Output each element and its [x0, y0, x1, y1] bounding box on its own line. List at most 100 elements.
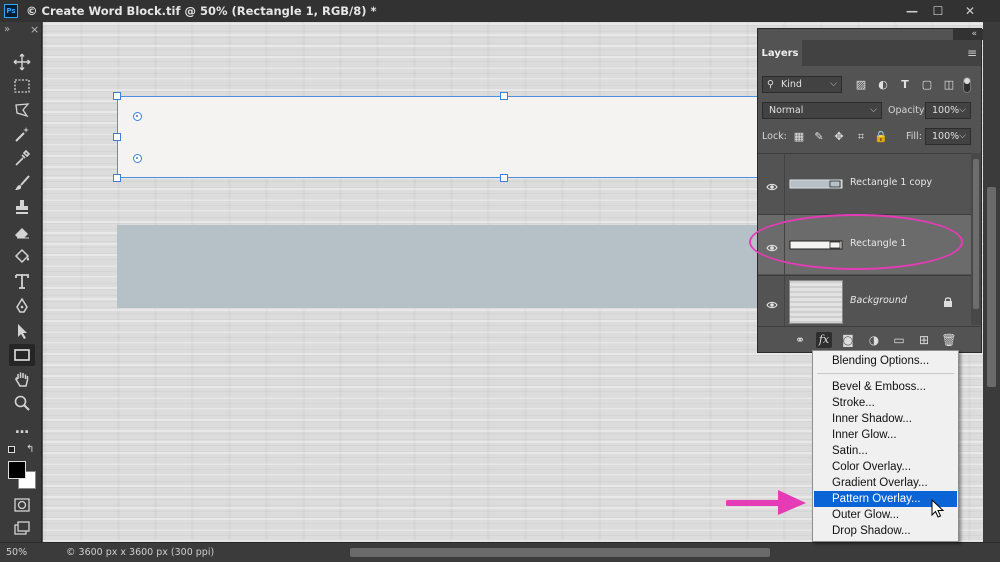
layer-row-background[interactable]: Background	[758, 275, 971, 327]
lock-artboard-icon[interactable]: ⌗	[854, 130, 868, 144]
foreground-color-swatch[interactable]	[8, 461, 26, 479]
visibility-eye-icon[interactable]	[766, 178, 778, 191]
transform-handle[interactable]	[113, 92, 121, 100]
fill-value: 100%	[932, 131, 960, 142]
filter-pixel-icon[interactable]: ▨	[854, 78, 868, 92]
menu-item-inner-glow[interactable]: Inner Glow...	[814, 427, 957, 443]
chevron-down-icon: ⌵	[870, 105, 877, 115]
magic-wand-tool[interactable]	[9, 123, 35, 145]
transform-handle[interactable]	[113, 133, 121, 141]
brush-tool[interactable]	[9, 172, 35, 194]
eyedropper-tool[interactable]	[9, 147, 35, 169]
highlight-ellipse-annotation	[749, 214, 963, 270]
hand-tool[interactable]	[9, 368, 35, 390]
scrollbar-thumb[interactable]	[987, 187, 996, 387]
paint-bucket-icon	[14, 248, 30, 264]
menu-item-inner-shadow[interactable]: Inner Shadow...	[814, 411, 957, 427]
layer-row-rectangle-1-copy[interactable]: Rectangle 1 copy	[758, 153, 971, 214]
rectangle-tool[interactable]	[9, 344, 35, 366]
menu-item-bevel-emboss[interactable]: Bevel & Emboss...	[814, 379, 957, 395]
menu-item-blending-options[interactable]: Blending Options...	[814, 353, 957, 369]
tab-layers[interactable]: Layers	[758, 40, 802, 66]
layer-name[interactable]: Rectangle 1 copy	[850, 177, 932, 188]
filter-adjustment-icon[interactable]: ◐	[876, 78, 890, 92]
new-layer-icon[interactable]: ⊞	[916, 332, 932, 348]
stamp-tool[interactable]	[9, 196, 35, 218]
title-bar: Ps © Create Word Block.tif @ 50% (Rectan…	[0, 0, 1000, 22]
eyedropper-icon	[15, 149, 31, 166]
path-selection-tool[interactable]	[9, 320, 35, 342]
scrollbar-thumb[interactable]	[973, 159, 979, 309]
type-tool[interactable]	[9, 270, 35, 292]
maximize-button[interactable]: ☐	[926, 2, 950, 20]
menu-item-color-overlay[interactable]: Color Overlay...	[814, 459, 957, 475]
menu-item-drop-shadow[interactable]: Drop Shadow...	[814, 523, 957, 539]
lock-image-brush-icon[interactable]: ✎	[812, 130, 826, 144]
filter-kind-dropdown[interactable]: ⚲ Kind ⌵	[762, 76, 842, 93]
marquee-tool[interactable]	[9, 75, 35, 97]
new-group-folder-icon[interactable]: ▭	[891, 332, 907, 348]
transform-handle[interactable]	[500, 92, 508, 100]
transform-handle[interactable]	[500, 174, 508, 182]
paint-bucket-tool[interactable]	[9, 245, 35, 267]
eraser-tool[interactable]	[9, 221, 35, 243]
layers-scrollbar[interactable]	[971, 153, 981, 325]
default-colors-icon[interactable]	[8, 446, 15, 453]
add-mask-icon[interactable]: ◙	[840, 332, 856, 348]
zoom-icon	[14, 395, 30, 411]
filter-smart-object-icon[interactable]: ◫	[942, 78, 956, 92]
screen-mode-icon	[14, 521, 30, 535]
opacity-input[interactable]: 100% ⌵	[925, 102, 971, 119]
more-tools[interactable]: …	[9, 418, 35, 440]
menu-item-satin[interactable]: Satin...	[814, 443, 957, 459]
close-button[interactable]: ✕	[958, 2, 982, 20]
chevron-down-icon: ⌵	[830, 79, 837, 89]
rectangle-1-shape[interactable]	[117, 96, 817, 178]
lock-transparent-icon[interactable]: ▦	[792, 130, 806, 144]
new-adjustment-layer-icon[interactable]: ◑	[866, 332, 882, 348]
toolbar-collapse-icon[interactable]: »	[4, 24, 10, 35]
lock-all-icon[interactable]: 🔒	[874, 130, 888, 144]
swap-arrow-icon[interactable]: ↰	[26, 444, 34, 455]
blend-row: Normal ⌵ Opacity: 100% ⌵	[758, 99, 981, 123]
visibility-eye-icon[interactable]	[766, 296, 778, 309]
filter-shape-icon[interactable]: ▢	[920, 78, 934, 92]
pen-tool[interactable]	[9, 295, 35, 317]
minimize-button[interactable]: —	[900, 2, 924, 20]
panel-collapse-icon[interactable]: «	[953, 29, 983, 40]
canvas-horizontal-scrollbar[interactable]	[350, 548, 770, 557]
lock-position-icon[interactable]: ✥	[832, 130, 846, 144]
corner-radius-handle[interactable]	[133, 112, 142, 121]
corner-radius-handle[interactable]	[133, 154, 142, 163]
rectangle-1-copy-shape[interactable]	[117, 225, 817, 308]
transform-handle[interactable]	[113, 174, 121, 182]
clone-stamp-icon	[16, 200, 28, 214]
zoom-tool[interactable]	[9, 392, 35, 414]
status-bar: 50% © 3600 px x 3600 px (300 ppi)	[0, 542, 1000, 562]
move-tool[interactable]	[9, 51, 35, 73]
screen-mode-button[interactable]	[9, 518, 35, 540]
filter-toggle[interactable]	[963, 77, 971, 93]
document-info[interactable]: © 3600 px x 3600 px (300 ppi)	[66, 547, 214, 558]
lasso-tool[interactable]	[9, 99, 35, 121]
arrow-select-icon	[18, 324, 27, 339]
link-layers-icon[interactable]: ⚭	[792, 332, 808, 348]
opacity-label: Opacity:	[888, 105, 928, 116]
canvas-vertical-scrollbar[interactable]	[983, 22, 1000, 542]
blend-mode-dropdown[interactable]: Normal ⌵	[762, 102, 882, 119]
toolbar-close-icon[interactable]: ×	[30, 23, 39, 36]
layer-name[interactable]: Background	[850, 295, 907, 306]
menu-item-stroke[interactable]: Stroke...	[814, 395, 957, 411]
fill-input[interactable]: 100% ⌵	[925, 128, 971, 145]
menu-item-gradient-overlay[interactable]: Gradient Overlay...	[814, 475, 957, 491]
filter-type-icon[interactable]: T	[898, 78, 912, 92]
opacity-value: 100%	[932, 105, 960, 116]
add-layer-style-button[interactable]: fx	[816, 332, 832, 348]
swap-colors[interactable]: ↰	[8, 444, 38, 460]
zoom-level[interactable]: 50%	[6, 547, 27, 558]
mouse-cursor-icon	[931, 499, 945, 518]
panel-menu-icon[interactable]: ≡	[967, 46, 977, 60]
delete-layer-trash-icon[interactable]: 🗑	[941, 332, 957, 348]
magic-wand-icon	[15, 127, 29, 142]
quick-mask-button[interactable]	[9, 494, 35, 516]
